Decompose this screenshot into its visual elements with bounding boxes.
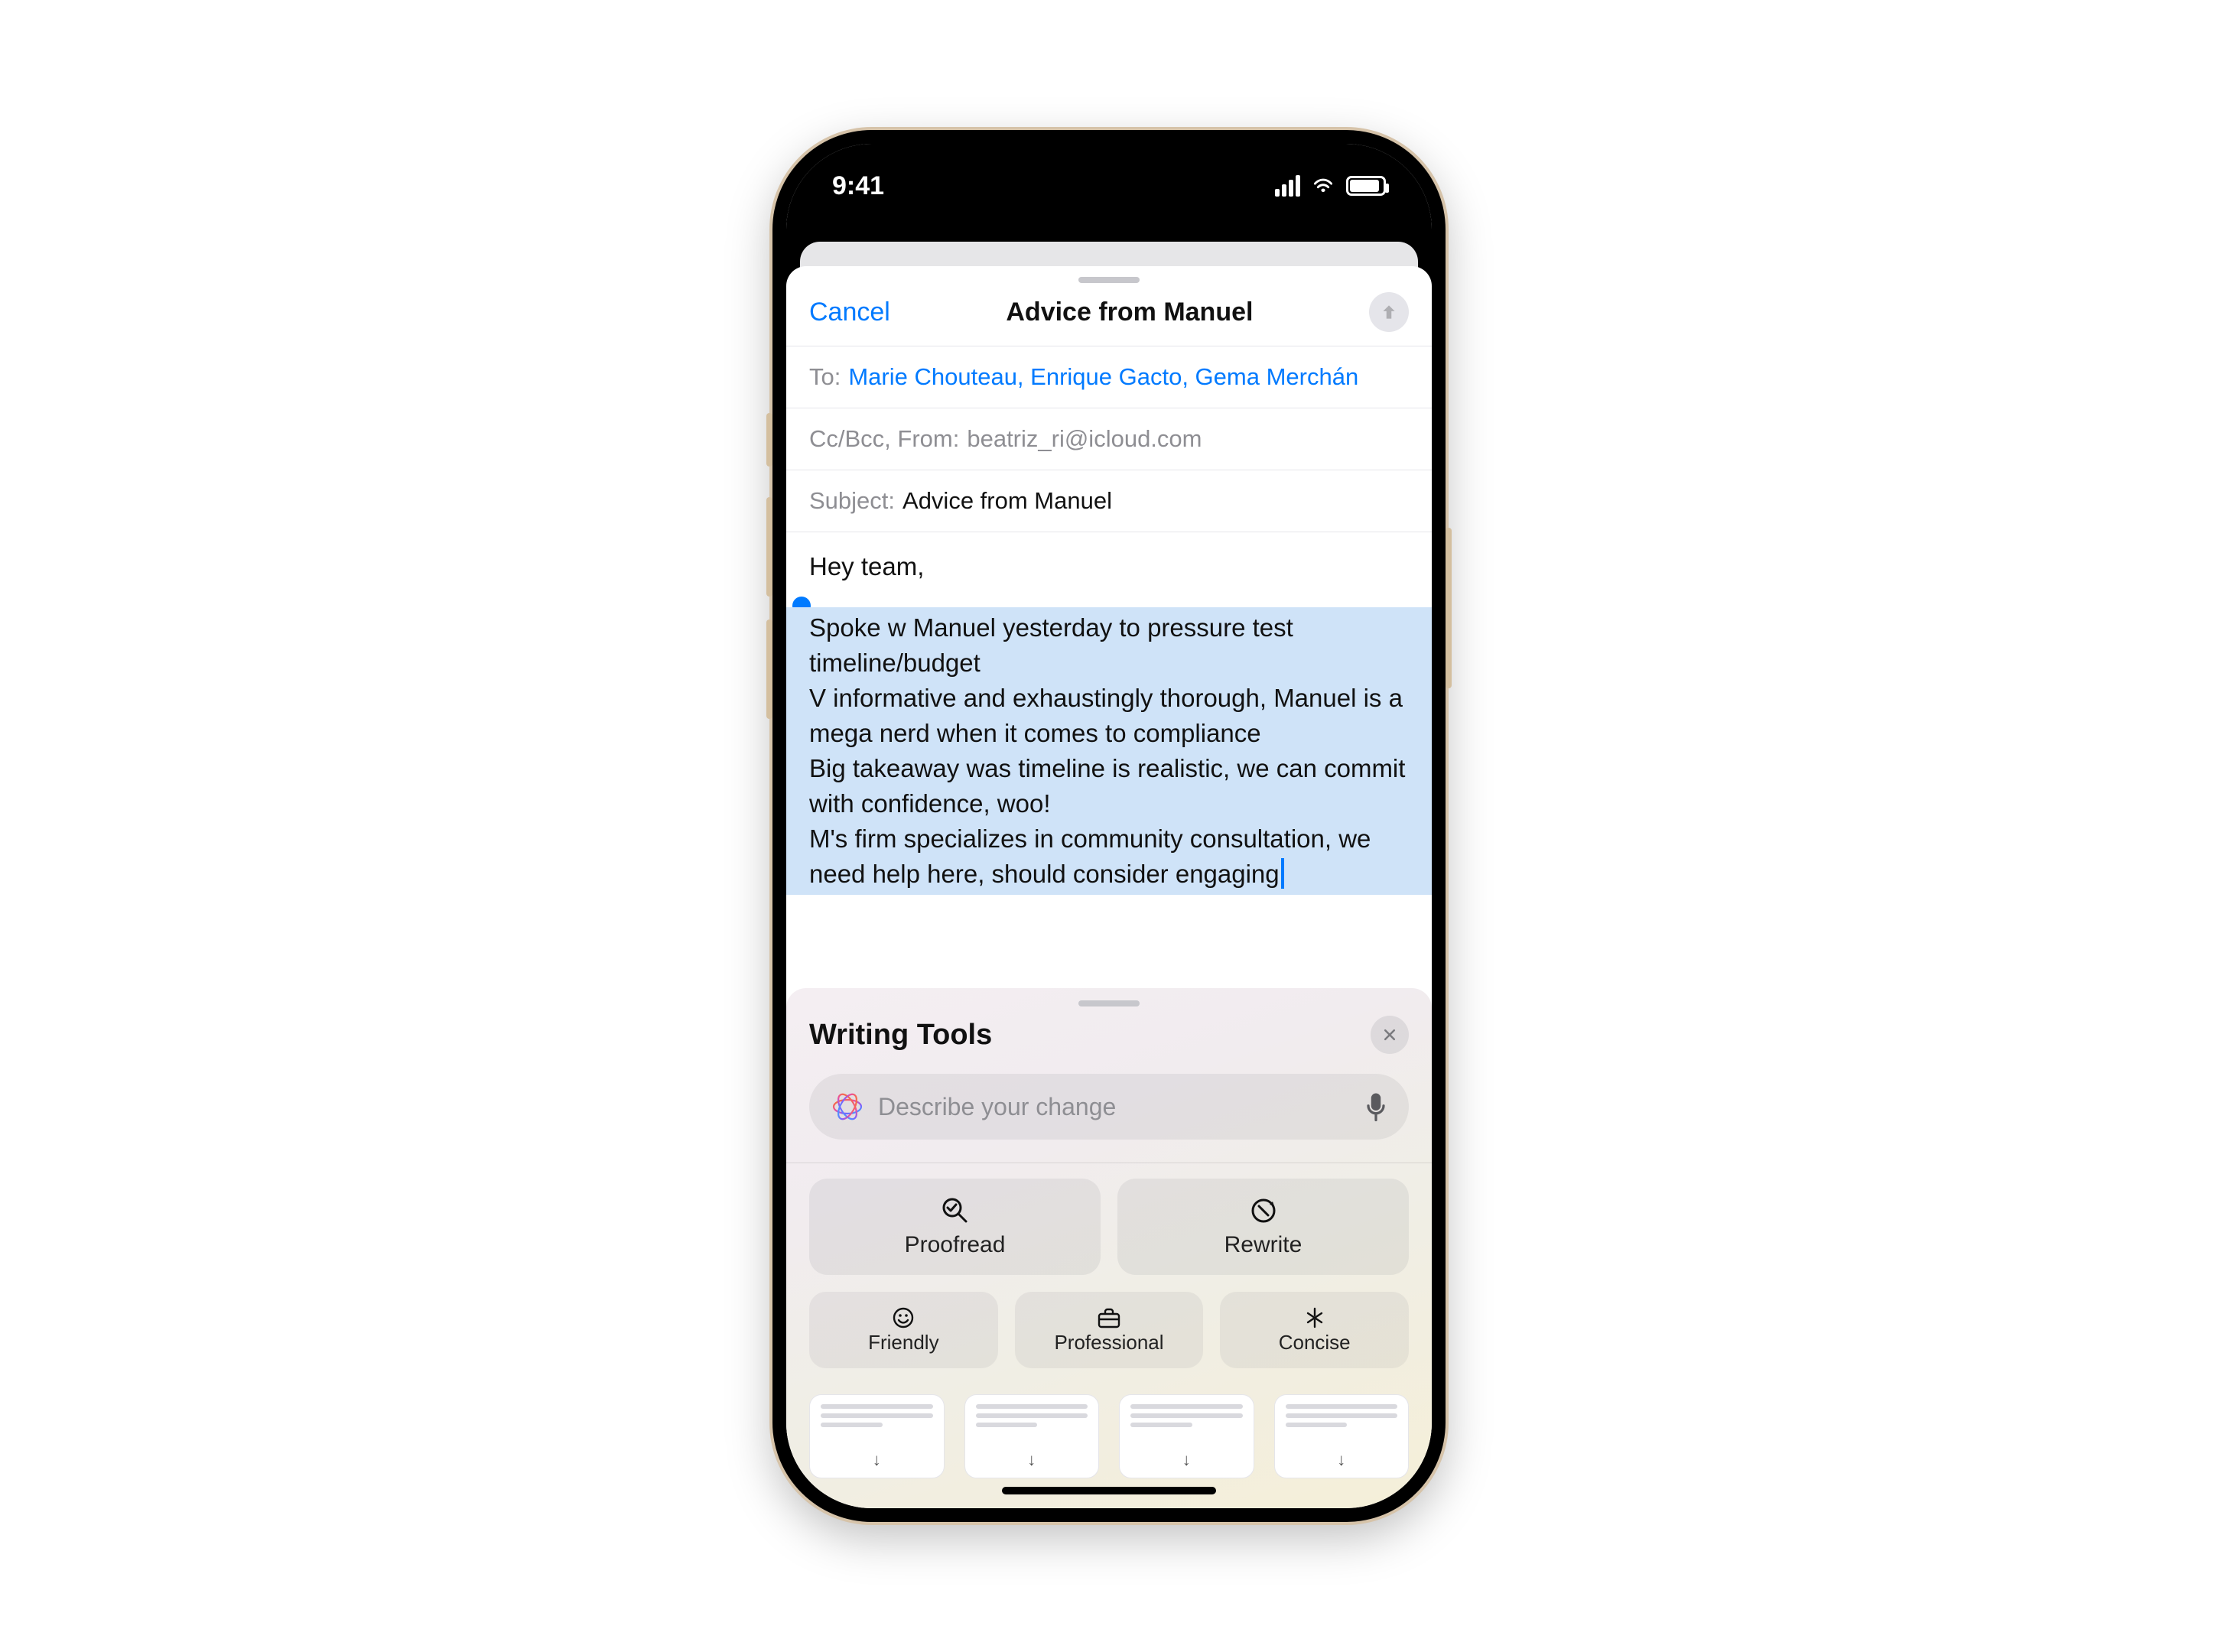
professional-label: Professional: [1054, 1331, 1163, 1354]
subject-label: Subject:: [809, 487, 895, 515]
ccbcc-from-label: Cc/Bcc, From:: [809, 425, 959, 453]
status-bar: 9:41: [786, 144, 1432, 236]
selected-text[interactable]: Spoke w Manuel yesterday to pressure tes…: [786, 607, 1432, 895]
to-field[interactable]: To: Marie Chouteau, Enrique Gacto, Gema …: [786, 346, 1432, 408]
concise-icon: [1303, 1306, 1326, 1329]
rewrite-label: Rewrite: [1224, 1232, 1303, 1258]
wifi-icon: [1311, 177, 1335, 195]
to-recipients[interactable]: Marie Chouteau, Enrique Gacto, Gema Merc…: [848, 363, 1358, 391]
rewrite-icon: [1248, 1195, 1279, 1226]
selected-body-text: Spoke w Manuel yesterday to pressure tes…: [809, 613, 1405, 888]
subject-value: Advice from Manuel: [902, 487, 1112, 515]
magnifier-check-icon: [940, 1195, 971, 1226]
cellular-icon: [1275, 175, 1300, 197]
friendly-button[interactable]: Friendly: [809, 1292, 998, 1368]
close-icon: [1382, 1027, 1397, 1042]
from-address: beatriz_ri@icloud.com: [967, 425, 1202, 453]
phone-frame: 9:41 Cancel Advice from Manuel: [772, 130, 1446, 1522]
power-button: [1446, 528, 1452, 688]
mute-switch: [766, 413, 772, 467]
send-button[interactable]: [1369, 292, 1409, 332]
selection-end-handle[interactable]: [1281, 858, 1284, 889]
subject-field[interactable]: Subject: Advice from Manuel: [786, 470, 1432, 532]
proofread-label: Proofread: [905, 1232, 1006, 1258]
ccbcc-from-field[interactable]: Cc/Bcc, From: beatriz_ri@icloud.com: [786, 408, 1432, 470]
close-button[interactable]: [1371, 1016, 1409, 1054]
template-card[interactable]: ↓: [809, 1394, 945, 1478]
dynamic-island: [1010, 165, 1208, 219]
professional-button[interactable]: Professional: [1015, 1292, 1204, 1368]
rewrite-button[interactable]: Rewrite: [1117, 1179, 1409, 1275]
sheet-grabber[interactable]: [1078, 277, 1140, 283]
arrow-up-icon: [1379, 302, 1399, 322]
to-label: To:: [809, 363, 841, 391]
home-indicator[interactable]: [1002, 1487, 1216, 1494]
volume-down-button: [766, 620, 772, 719]
download-icon: ↓: [873, 1450, 881, 1470]
smile-icon: [892, 1306, 915, 1329]
writing-tools-title: Writing Tools: [809, 1019, 992, 1052]
prompt-placeholder: Describe your change: [878, 1093, 1351, 1121]
briefcase-icon: [1097, 1306, 1121, 1329]
download-icon: ↓: [1337, 1450, 1345, 1470]
panel-grabber[interactable]: [1078, 1000, 1140, 1006]
download-icon: ↓: [1182, 1450, 1191, 1470]
compose-title: Advice from Manuel: [1006, 298, 1253, 327]
microphone-icon[interactable]: [1364, 1091, 1387, 1122]
template-card[interactable]: ↓: [1274, 1394, 1410, 1478]
concise-button[interactable]: Concise: [1220, 1292, 1409, 1368]
compose-sheet: Cancel Advice from Manuel To: Marie Chou…: [786, 266, 1432, 1508]
apple-intelligence-icon: [831, 1090, 864, 1124]
body-greeting: Hey team,: [809, 549, 1409, 584]
template-card[interactable]: ↓: [1119, 1394, 1254, 1478]
writing-tools-panel: Writing Tools: [786, 988, 1432, 1508]
battery-icon: [1346, 176, 1386, 196]
status-time: 9:41: [832, 171, 884, 201]
prompt-input[interactable]: Describe your change: [809, 1074, 1409, 1140]
proofread-button[interactable]: Proofread: [809, 1179, 1101, 1275]
friendly-label: Friendly: [868, 1331, 938, 1354]
cancel-button[interactable]: Cancel: [809, 298, 890, 327]
download-icon: ↓: [1027, 1450, 1036, 1470]
template-card[interactable]: ↓: [964, 1394, 1100, 1478]
volume-up-button: [766, 497, 772, 597]
phone-screen: 9:41 Cancel Advice from Manuel: [786, 144, 1432, 1508]
concise-label: Concise: [1279, 1331, 1351, 1354]
